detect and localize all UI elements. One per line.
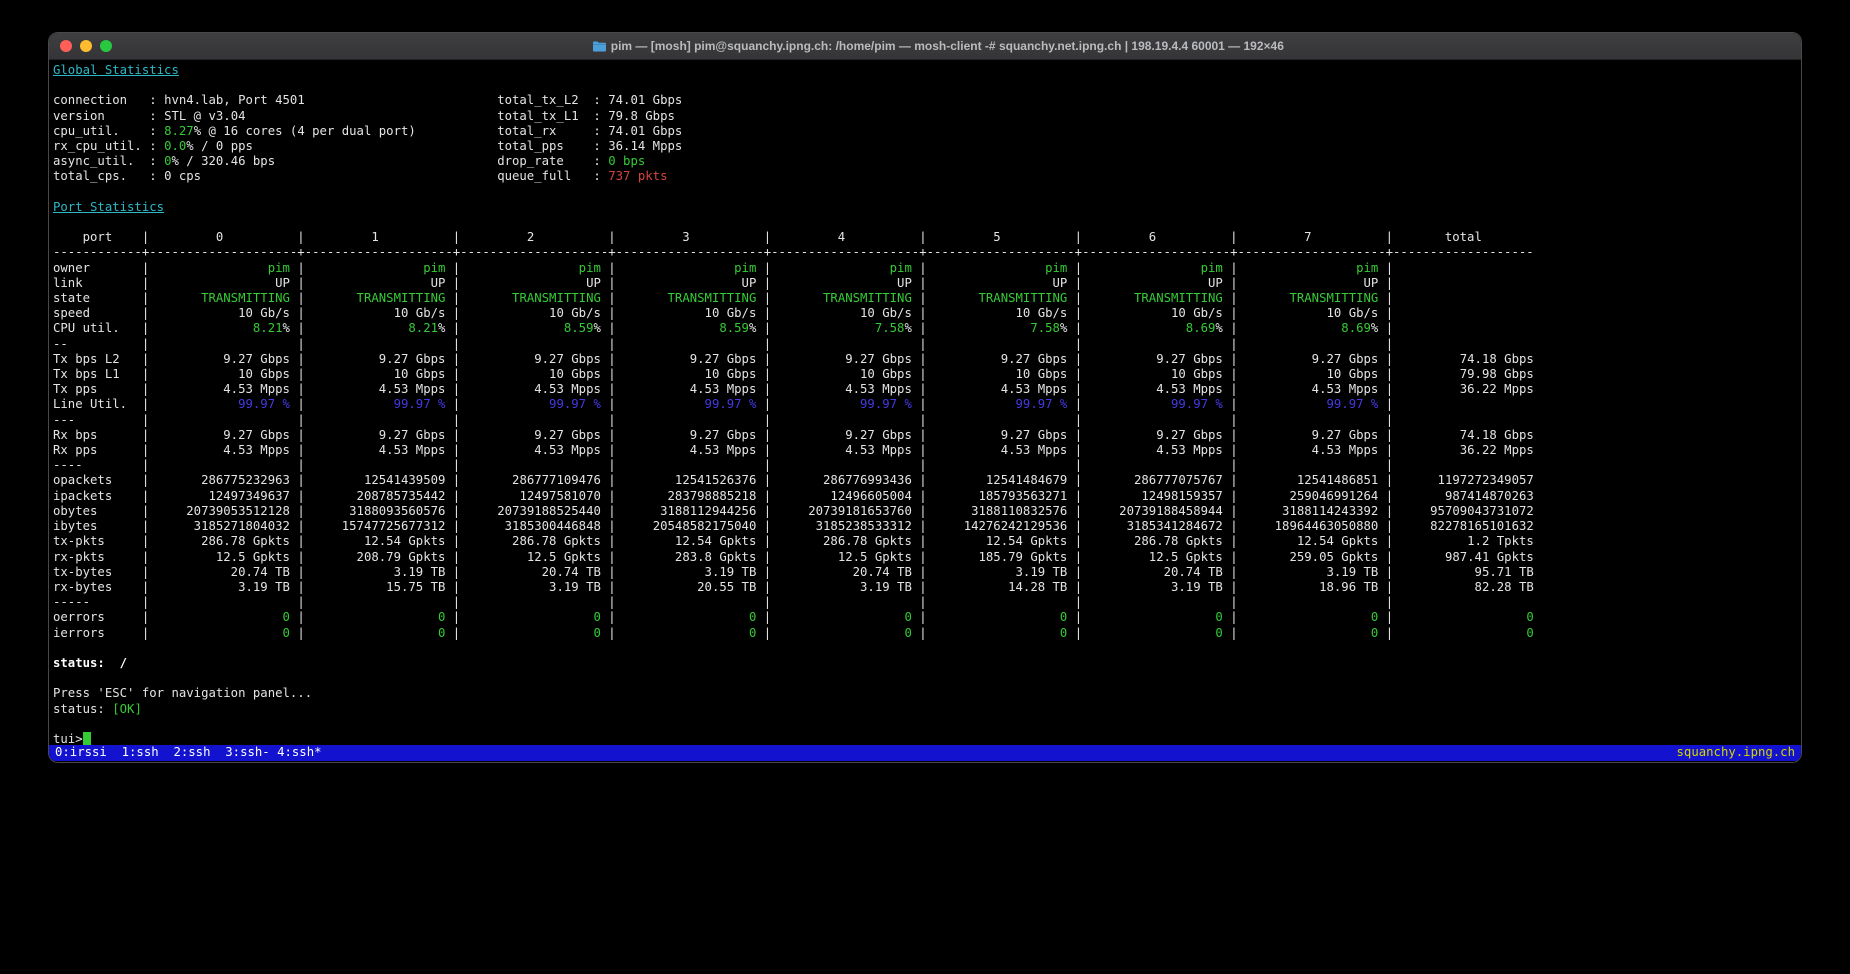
table-separator: ------------+--------------------+------… [53, 245, 1797, 260]
table-row: CPU util. | 8.21% | 8.21% | 8.59% | 8.59… [53, 321, 1797, 336]
traffic-lights [60, 33, 112, 59]
table-row: tx-pkts | 286.78 Gpkts | 12.54 Gpkts | 2… [53, 534, 1797, 549]
table-row: -- | | | | | | | | | [53, 337, 1797, 352]
status-spinner-line: status: / [53, 656, 127, 670]
blank-line [53, 641, 1797, 656]
global-stats-lines: connection : hvn4.lab, Port 4501total_tx… [53, 93, 1797, 184]
table-row: oerrors | 0 | 0 | 0 | 0 | 0 | 0 | 0 | 0 … [53, 610, 1797, 625]
window-title: pim — [mosh] pim@squanchy.ipng.ch: /home… [611, 39, 1284, 53]
prompt-label: tui> [53, 732, 83, 746]
table-row: speed | 10 Gb/s | 10 Gb/s | 10 Gb/s | 10… [53, 306, 1797, 321]
tmux-status-bar: 0:irssi 1:ssh 2:ssh 3:ssh- 4:ssh* squanc… [49, 745, 1801, 761]
blank-line [53, 185, 1797, 200]
table-row: ibytes | 3185271804032 | 15747725677312 … [53, 519, 1797, 534]
table-row: tx-bytes | 20.74 TB | 3.19 TB | 20.74 TB… [53, 565, 1797, 580]
folder-icon [566, 41, 606, 52]
table-row: Rx bps | 9.27 Gbps | 9.27 Gbps | 9.27 Gb… [53, 428, 1797, 443]
table-row: opackets | 286775232963 | 12541439509 | … [53, 473, 1797, 488]
table-row: ierrors | 0 | 0 | 0 | 0 | 0 | 0 | 0 | 0 … [53, 626, 1797, 641]
text-cursor [83, 732, 91, 745]
stat-line: total_cps. : 0 cpsqueue_full : 737 pkts [53, 169, 1797, 184]
terminal-window: pim — [mosh] pim@squanchy.ipng.ch: /home… [48, 32, 1802, 763]
tmux-window-list: 0:irssi 1:ssh 2:ssh 3:ssh- 4:ssh* [55, 745, 322, 760]
blank-line [53, 717, 1797, 732]
status-ok-line: status: [OK] [53, 702, 1797, 717]
port-statistics-heading: Port Statistics [53, 200, 164, 214]
zoom-button[interactable] [100, 40, 112, 52]
table-row: ---- | | | | | | | | | [53, 458, 1797, 473]
table-row: state | TRANSMITTING | TRANSMITTING | TR… [53, 291, 1797, 306]
stat-line: async_util. : 0% / 320.46 bpsdrop_rate :… [53, 154, 1797, 169]
table-row: Tx bps L1 | 10 Gbps | 10 Gbps | 10 Gbps … [53, 367, 1797, 382]
table-row: rx-pkts | 12.5 Gpkts | 208.79 Gpkts | 12… [53, 550, 1797, 565]
table-row: Tx pps | 4.53 Mpps | 4.53 Mpps | 4.53 Mp… [53, 382, 1797, 397]
port-table: port | 0 | 1 | 2 | 3 | 4 | 5 | 6 | 7 | t… [53, 230, 1797, 640]
status-label: status: [53, 702, 112, 716]
blank-line [53, 215, 1797, 230]
table-row: Line Util. | 99.97 % | 99.97 % | 99.97 %… [53, 397, 1797, 412]
table-row: ipackets | 12497349637 | 208785735442 | … [53, 489, 1797, 504]
table-row: Tx bps L2 | 9.27 Gbps | 9.27 Gbps | 9.27… [53, 352, 1797, 367]
tmux-hostname: squanchy.ipng.ch [1677, 745, 1795, 760]
stat-line: cpu_util. : 8.27% @ 16 cores (4 per dual… [53, 124, 1797, 139]
minimize-button[interactable] [80, 40, 92, 52]
table-row: --- | | | | | | | | | [53, 413, 1797, 428]
table-header-row: port | 0 | 1 | 2 | 3 | 4 | 5 | 6 | 7 | t… [53, 230, 1797, 245]
global-statistics-heading: Global Statistics [53, 63, 179, 77]
blank-line [53, 78, 1797, 93]
stat-line: connection : hvn4.lab, Port 4501total_tx… [53, 93, 1797, 108]
stat-line: rx_cpu_util. : 0.0% / 0 ppstotal_pps : 3… [53, 139, 1797, 154]
blank-line [53, 671, 1797, 686]
stat-line: version : STL @ v3.04total_tx_L1 : 79.8 … [53, 109, 1797, 124]
table-row: link | UP | UP | UP | UP | UP | UP | UP … [53, 276, 1797, 291]
table-row: obytes | 20739053512128 | 3188093560576 … [53, 504, 1797, 519]
terminal-screen[interactable]: Global Statistics connection : hvn4.lab,… [49, 60, 1801, 763]
close-button[interactable] [60, 40, 72, 52]
table-row: Rx pps | 4.53 Mpps | 4.53 Mpps | 4.53 Mp… [53, 443, 1797, 458]
status-value: [OK] [112, 702, 142, 716]
table-row: owner | pim | pim | pim | pim | pim | pi… [53, 261, 1797, 276]
table-row: ----- | | | | | | | | | [53, 595, 1797, 610]
window-title-bar: pim — [mosh] pim@squanchy.ipng.ch: /home… [49, 33, 1801, 60]
table-row: rx-bytes | 3.19 TB | 15.75 TB | 3.19 TB … [53, 580, 1797, 595]
esc-hint: Press 'ESC' for navigation panel... [53, 686, 312, 700]
